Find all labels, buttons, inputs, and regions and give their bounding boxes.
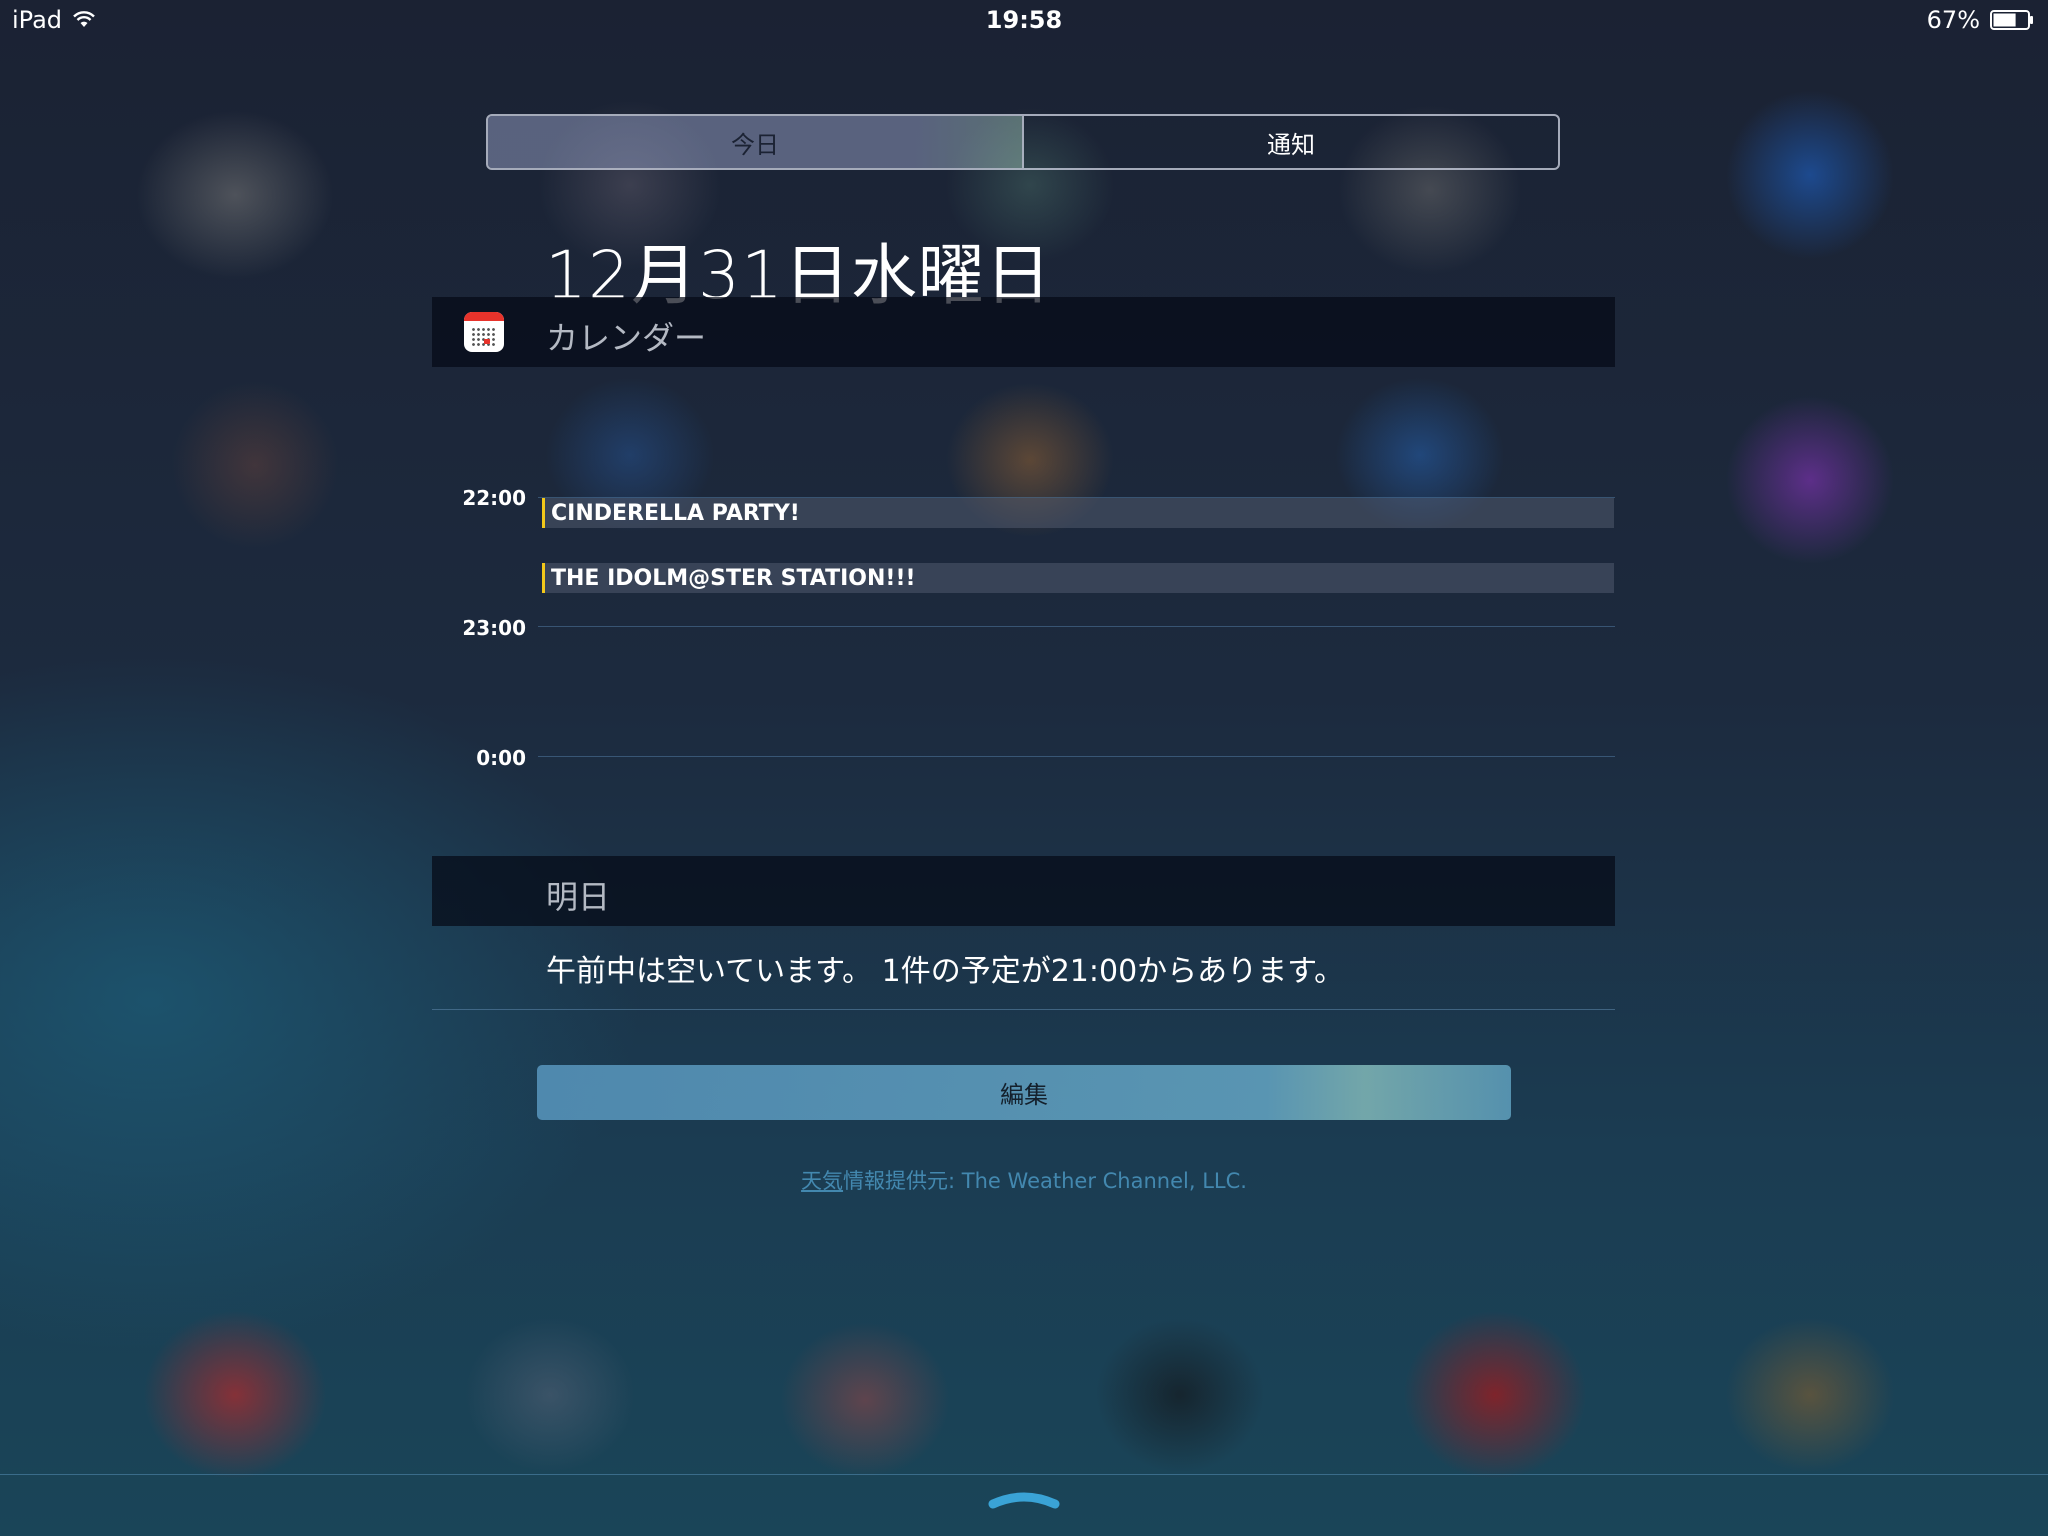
hour-label: 0:00 bbox=[476, 746, 526, 770]
calendar-section-label: カレンダー bbox=[546, 319, 707, 357]
tab-notifications[interactable]: 通知 bbox=[1022, 116, 1558, 168]
status-bar: iPad 19:58 67% bbox=[0, 0, 2048, 42]
tomorrow-section-label: 明日 bbox=[546, 878, 611, 916]
tomorrow-section-header: 明日 bbox=[432, 856, 1615, 926]
edit-button[interactable]: 編集 bbox=[537, 1065, 1511, 1120]
calendar-timeline: 22:00 23:00 0:00 CINDERELLA PARTY! THE I… bbox=[432, 470, 1615, 790]
today-notifications-segmented-control: 今日 通知 bbox=[486, 114, 1560, 170]
battery-percent: 67% bbox=[1926, 6, 1980, 34]
tomorrow-summary: 午前中は空いています。 1件の予定が21:00からあります。 bbox=[546, 954, 1345, 989]
tab-today[interactable]: 今日 bbox=[488, 116, 1022, 168]
hour-line bbox=[538, 756, 1615, 757]
hour-line bbox=[538, 626, 1615, 627]
hour-label: 23:00 bbox=[462, 616, 526, 640]
hour-label: 22:00 bbox=[462, 486, 526, 510]
grabber-handle-icon[interactable] bbox=[987, 1488, 1061, 1510]
calendar-section-header[interactable]: カレンダー bbox=[432, 297, 1615, 367]
weather-credit: 天気情報提供元: The Weather Channel, LLC. bbox=[0, 1165, 2048, 1195]
battery-icon bbox=[1990, 10, 2033, 30]
weather-credit-text: 情報提供元: The Weather Channel, LLC. bbox=[843, 1169, 1247, 1193]
weather-credit-link[interactable]: 天気 bbox=[801, 1169, 843, 1193]
calendar-app-icon bbox=[464, 312, 504, 352]
calendar-event[interactable]: THE IDOLM@STER STATION!!! bbox=[542, 563, 1614, 593]
calendar-event[interactable]: CINDERELLA PARTY! bbox=[542, 498, 1614, 528]
clock: 19:58 bbox=[985, 6, 1063, 34]
divider bbox=[0, 1474, 2048, 1475]
divider bbox=[432, 1009, 1615, 1010]
